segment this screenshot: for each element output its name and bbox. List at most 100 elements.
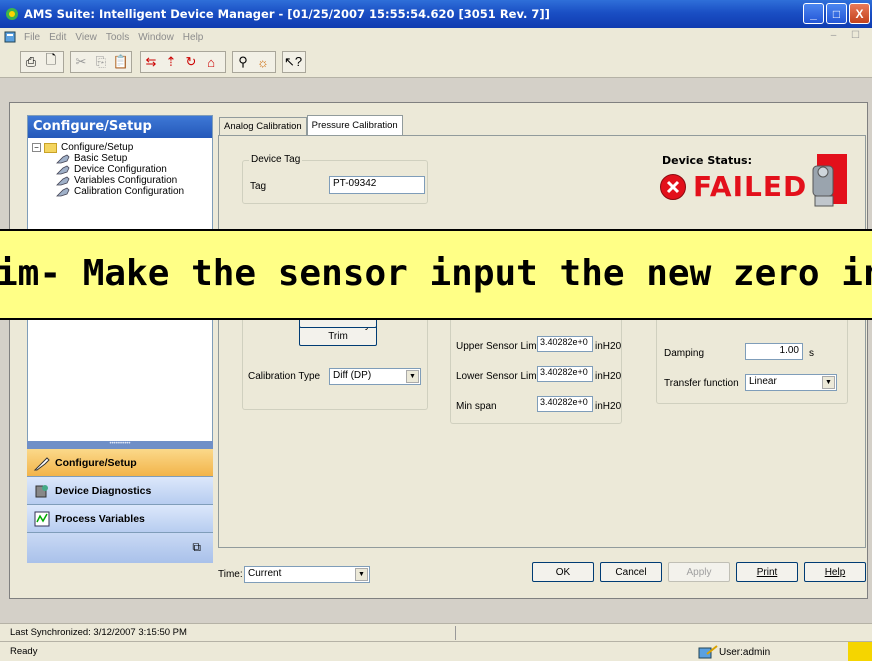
time-value: Current: [248, 568, 282, 579]
process-variables-icon: [34, 511, 50, 526]
device-status-title: Device Status:: [662, 154, 752, 167]
help-button[interactable]: Help: [804, 562, 866, 582]
ready-status: Ready: [10, 646, 38, 657]
upload-icon[interactable]: ⇡: [161, 52, 181, 72]
tab-panel: Device Tag Tag PT-09342 Device Status: F…: [218, 135, 866, 548]
menu-file[interactable]: File: [24, 32, 40, 43]
tab-pressure-calibration[interactable]: Pressure Calibration: [306, 115, 403, 135]
cut-icon[interactable]: ✂: [71, 52, 91, 72]
min-span-field: 3.40282e+0: [537, 396, 593, 412]
menu-tools[interactable]: Tools: [106, 32, 129, 43]
print-preview-icon[interactable]: 🗋: [41, 52, 61, 72]
damping-unit: s: [809, 348, 814, 359]
device-icon[interactable]: ⌂: [201, 52, 221, 72]
lower-sensor-limit-field: 3.40282e+0: [537, 366, 593, 382]
tree-item-label: Basic Setup: [74, 153, 128, 164]
close-button[interactable]: X: [849, 3, 870, 24]
device-status-failed: FAILED: [659, 170, 807, 203]
splitter-grip[interactable]: ••••••••••: [27, 441, 213, 449]
nav-label: Configure/Setup: [55, 456, 137, 469]
status-bar: Ready User:admin: [0, 641, 872, 661]
wrench-icon: [56, 154, 70, 163]
nav-process-variables[interactable]: Process Variables: [27, 505, 213, 533]
calibration-type-label: Calibration Type: [248, 371, 321, 382]
upper-sensor-limit-unit: inH20: [595, 341, 622, 352]
tree-item-label: Variables Configuration: [74, 175, 178, 186]
user-name: User:admin: [719, 646, 771, 658]
upper-sensor-limit-field: 3.40282e+0: [537, 336, 593, 352]
wrench-icon: [56, 176, 70, 185]
collapse-icon[interactable]: −: [32, 143, 41, 152]
menu-edit[interactable]: Edit: [49, 32, 66, 43]
menu-bar: File Edit View Tools Window Help – ☐: [0, 28, 872, 46]
dropdown-arrow-icon[interactable]: ▼: [822, 376, 835, 389]
banner-text: im- Make the sensor input the new zero i…: [0, 253, 872, 294]
menu-help[interactable]: Help: [183, 32, 204, 43]
tree-root[interactable]: − Configure/Setup: [32, 142, 212, 153]
menu-view[interactable]: View: [75, 32, 97, 43]
document-icon[interactable]: [4, 30, 18, 44]
min-span-unit: inH20: [595, 401, 622, 412]
status-separator: [455, 626, 456, 640]
tree-item-label: Device Configuration: [74, 164, 167, 175]
navigation-buttons: •••••••••• Configure/Setup Device Diagno…: [27, 441, 213, 563]
nav-device-diagnostics[interactable]: Device Diagnostics: [27, 477, 213, 505]
cancel-button[interactable]: Cancel: [600, 562, 662, 582]
menu-window[interactable]: Window: [138, 32, 174, 43]
nav-label: Process Variables: [55, 512, 145, 525]
time-label: Time:: [218, 569, 243, 580]
ams-app-icon: [6, 8, 18, 20]
configure-icon: [33, 456, 50, 470]
nav-configure-setup[interactable]: Configure/Setup: [27, 449, 213, 477]
tag-label: Tag: [250, 181, 267, 192]
apply-button[interactable]: Apply: [668, 562, 730, 582]
instruction-banner: im- Make the sensor input the new zero i…: [0, 229, 872, 320]
title-bar: AMS Suite: Intelligent Device Manager - …: [0, 0, 872, 28]
ok-button[interactable]: OK: [532, 562, 594, 582]
sync-status-bar: Last Synchronized: 3/12/2007 3:15:50 PM: [0, 623, 872, 641]
refresh-icon[interactable]: ↻: [181, 52, 201, 72]
maximize-button[interactable]: □: [826, 3, 847, 24]
lower-sensor-limit-label: Lower Sensor Limit: [456, 371, 542, 382]
tree-item-basic-setup[interactable]: Basic Setup: [56, 153, 212, 164]
dropdown-arrow-icon[interactable]: ▼: [355, 568, 368, 581]
tree-item-variables-configuration[interactable]: Variables Configuration: [56, 175, 212, 186]
calibration-type-select[interactable]: Diff (DP) ▼: [329, 368, 421, 385]
tag-field[interactable]: PT-09342: [329, 176, 425, 194]
device-tag-group-label: Device Tag: [249, 154, 303, 165]
context-help-icon[interactable]: ↖?: [283, 52, 303, 72]
transfer-function-label: Transfer function: [664, 378, 739, 389]
lower-sensor-limit-unit: inH20: [595, 371, 622, 382]
window-title: AMS Suite: Intelligent Device Manager - …: [24, 7, 550, 21]
tab-strip: Analog Calibration Pressure Calibration: [219, 115, 403, 135]
wizard-icon[interactable]: ☼: [253, 52, 273, 72]
tree-item-calibration-configuration[interactable]: Calibration Configuration: [56, 186, 212, 197]
binoculars-icon[interactable]: ⚲: [233, 52, 253, 72]
mdi-controls[interactable]: – ☐: [831, 30, 866, 41]
tab-analog-calibration[interactable]: Analog Calibration: [219, 117, 307, 135]
configure-buttons-icon[interactable]: ⧉: [192, 540, 201, 555]
print-button[interactable]: Print: [736, 562, 798, 582]
time-select[interactable]: Current ▼: [244, 566, 370, 583]
damping-field[interactable]: 1.00: [745, 343, 803, 360]
copy-icon[interactable]: ⎘: [91, 52, 111, 72]
calibration-type-value: Diff (DP): [333, 370, 372, 381]
configuration-tree: − Configure/Setup Basic Setup Device Con…: [28, 138, 212, 197]
device-tag-group: Device Tag Tag PT-09342: [242, 154, 428, 204]
transfer-function-select[interactable]: Linear ▼: [745, 374, 837, 391]
tree-item-device-configuration[interactable]: Device Configuration: [56, 164, 212, 175]
upper-sensor-limit-label: Upper Sensor Limit: [456, 341, 542, 352]
user-icon: [698, 645, 718, 659]
print-icon[interactable]: ⎙: [21, 52, 41, 72]
diagnostics-icon: [35, 484, 48, 497]
navigation-header: Configure/Setup: [28, 116, 212, 138]
transfer-function-value: Linear: [749, 376, 777, 387]
connect-icon[interactable]: ⇆: [141, 52, 161, 72]
toolbar: ⎙ 🗋 ✂ ⎘ 📋 ⇆ ⇡ ↻ ⌂ ⚲ ☼ ↖?: [0, 46, 872, 78]
damping-label: Damping: [664, 348, 705, 359]
tray-icon[interactable]: [848, 642, 872, 661]
minimize-button[interactable]: _: [803, 3, 824, 24]
paste-icon[interactable]: 📋: [111, 52, 131, 72]
dropdown-arrow-icon[interactable]: ▼: [406, 370, 419, 383]
user-indicator: User:admin: [697, 644, 770, 660]
